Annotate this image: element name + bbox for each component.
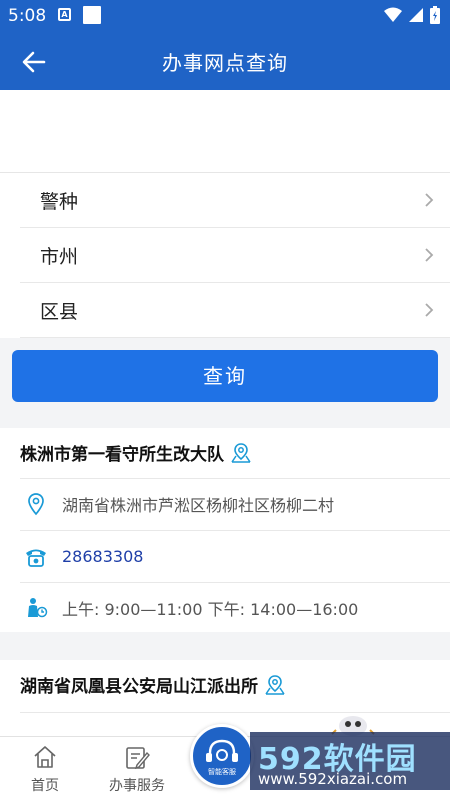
filter-district[interactable]: 区县 bbox=[20, 283, 450, 338]
filter-label: 区县 bbox=[40, 300, 79, 323]
office-hours: 上午: 9:00—11:00 下午: 14:00—16:00 bbox=[62, 600, 359, 619]
location-pin-icon bbox=[28, 493, 44, 516]
filter-city[interactable]: 市州 bbox=[20, 228, 450, 283]
blank-header-area bbox=[0, 90, 450, 172]
nav-services-label: 办事服务 bbox=[109, 778, 165, 794]
phone-row[interactable]: 28683308 bbox=[20, 530, 450, 581]
edit-document-icon bbox=[126, 747, 150, 770]
chevron-right-icon bbox=[425, 303, 434, 317]
watermark-url: www.592xiazai.com bbox=[258, 770, 408, 788]
chevron-right-icon bbox=[425, 248, 434, 262]
signal-icon bbox=[409, 8, 423, 22]
filter-label: 市州 bbox=[40, 245, 79, 268]
result-name: 株洲市第一看守所生改大队 bbox=[20, 445, 224, 465]
status-bar: 5:08 A bbox=[0, 0, 450, 33]
notification-a-icon: A bbox=[58, 8, 71, 21]
query-button[interactable]: 查询 bbox=[12, 350, 438, 402]
result-card[interactable]: 株洲市第一看守所生改大队 湖南省株洲市芦淞区杨柳社区杨柳二村 28683308 … bbox=[0, 428, 450, 632]
result-name-row: 株洲市第一看守所生改大队 bbox=[20, 440, 252, 465]
result-name-row: 湖南省凤凰县公安局山江派出所 bbox=[20, 672, 286, 697]
hours-row: 上午: 9:00—11:00 下午: 14:00—16:00 bbox=[20, 582, 450, 633]
page-title: 办事网点查询 bbox=[162, 51, 288, 75]
filter-police-type[interactable]: 警种 bbox=[20, 173, 450, 228]
person-clock-icon bbox=[28, 598, 48, 618]
result-name: 湖南省凤凰县公安局山江派出所 bbox=[20, 677, 258, 697]
notification-square-icon bbox=[83, 6, 101, 24]
smart-service-button[interactable]: 智能客服 bbox=[190, 724, 254, 788]
phone-icon bbox=[26, 549, 46, 567]
app-bar: 办事网点查询 bbox=[0, 33, 450, 90]
map-location-icon[interactable] bbox=[264, 674, 286, 696]
battery-icon bbox=[430, 6, 440, 24]
chevron-right-icon bbox=[425, 193, 434, 207]
status-icons bbox=[384, 6, 440, 24]
filter-label: 警种 bbox=[40, 190, 79, 213]
phone-number[interactable]: 28683308 bbox=[62, 547, 143, 566]
home-icon bbox=[34, 746, 56, 768]
nav-services[interactable]: 办事服务 bbox=[97, 743, 177, 795]
wifi-icon bbox=[384, 7, 402, 22]
map-location-icon[interactable] bbox=[230, 442, 252, 464]
nav-home-label: 首页 bbox=[31, 778, 59, 794]
address-text: 湖南省株洲市芦淞区杨柳社区杨柳二村 bbox=[62, 496, 335, 515]
status-time: 5:08 bbox=[8, 6, 47, 26]
filter-list: 警种 市州 区县 bbox=[0, 172, 450, 338]
smart-service-label: 智能客服 bbox=[208, 768, 236, 776]
address-row: 湖南省株洲市芦淞区杨柳社区杨柳二村 bbox=[20, 478, 450, 529]
nav-home[interactable]: 首页 bbox=[5, 743, 85, 795]
watermark: 592软件园 www.592xiazai.com bbox=[250, 732, 450, 790]
